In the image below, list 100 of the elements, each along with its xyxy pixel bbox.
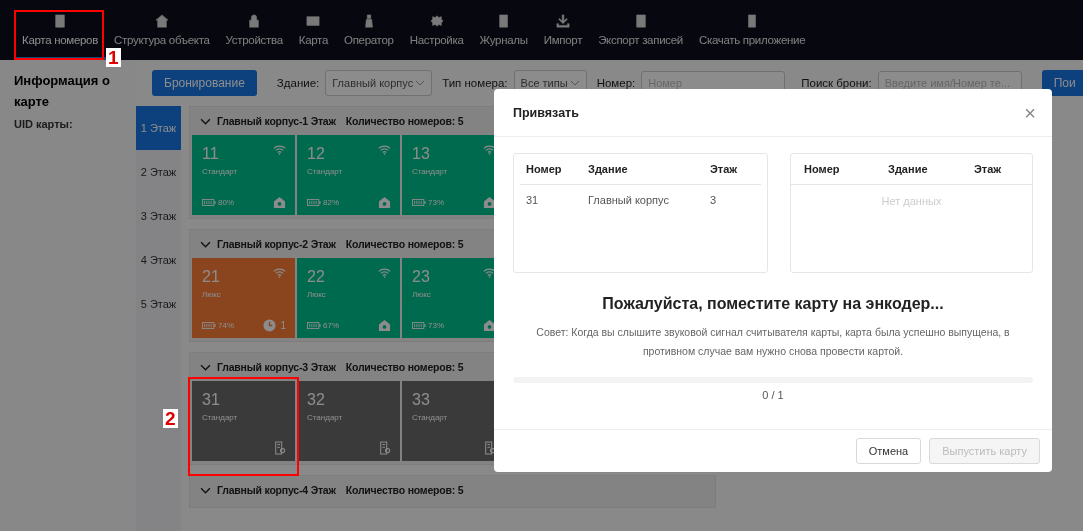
room-card[interactable]: 32 Стандарт [297, 381, 400, 461]
nav-tab[interactable]: Устройства [217, 0, 291, 60]
room-number: 23 [412, 268, 430, 286]
nav-icon [429, 13, 444, 28]
room-type: Люкс [202, 290, 222, 299]
nav-tab[interactable]: Журналы [471, 0, 536, 60]
dialog-title: Привязать [513, 105, 579, 120]
card-info-title: Информация о карте [14, 72, 111, 111]
room-number: 11 [202, 145, 219, 163]
uid-label: UID карты: [14, 118, 74, 130]
nav-tab[interactable]: Скачать приложение [690, 0, 814, 60]
column-header: Этаж [974, 163, 1003, 175]
floor-tab[interactable]: 2 Этаж [136, 150, 181, 194]
floor-title: Главный корпус-1 Этаж [217, 115, 336, 127]
room-card[interactable]: 11 Стандарт 80% [192, 135, 295, 215]
collapse-chevron-icon[interactable] [200, 240, 211, 248]
room-type: Стандарт [202, 167, 239, 176]
floor-title: Главный корпус-4 Этаж [217, 484, 336, 496]
wifi-icon [378, 268, 391, 278]
room-number: 13 [412, 145, 430, 163]
annotation-number: 2 [163, 409, 178, 428]
room-type: Люкс [412, 290, 432, 299]
encoder-prompt: Пожалуйста, поместите карту на энкодер... [601, 295, 945, 313]
chevron-down-icon [415, 80, 426, 86]
door-lock-icon [274, 441, 286, 455]
floor-tab[interactable]: 1 Этаж [136, 106, 181, 150]
floor-title: Главный корпус-3 Этаж [217, 361, 336, 373]
nav-icon [247, 13, 262, 28]
floor-tab[interactable]: 4 Этаж [136, 238, 181, 282]
search-button[interactable]: Пои [1041, 70, 1083, 96]
room-count: Количество номеров: 5 [345, 484, 464, 496]
room-count: Количество номеров: 5 [345, 238, 464, 250]
column-header: Здание [588, 163, 629, 175]
column-header: Номер [804, 163, 841, 175]
battery-icon [202, 199, 216, 206]
wifi-icon [273, 145, 286, 155]
building-select[interactable]: Главный корпус [325, 70, 433, 96]
room-card[interactable]: 31 Стандарт [192, 381, 295, 461]
floor-title: Главный корпус-2 Этаж [217, 238, 336, 250]
collapse-chevron-icon[interactable] [200, 486, 211, 494]
column-header: Номер [526, 163, 563, 175]
booking-button[interactable]: Бронирование [152, 70, 257, 96]
table-cell-text: 31 [526, 194, 540, 206]
room-count: Количество номеров: 5 [345, 361, 464, 373]
floor-tab[interactable]: 5 Этаж [136, 282, 181, 326]
door-lock-icon [379, 441, 391, 455]
nav-tab[interactable]: Импорт [535, 0, 591, 60]
nav-icon [306, 13, 321, 28]
battery-icon [202, 322, 216, 329]
nav-tab[interactable]: Карта [290, 0, 336, 60]
nav-icon [154, 13, 169, 28]
wifi-icon [378, 145, 391, 155]
collapse-chevron-icon[interactable] [200, 117, 211, 125]
room-type: Люкс [307, 290, 327, 299]
battery-level: 80% [218, 198, 234, 207]
battery-icon [412, 322, 426, 329]
house-icon [273, 196, 286, 209]
room-number: 31 [202, 391, 220, 409]
battery-level: 67% [323, 321, 339, 330]
nav-tab[interactable]: Настройка [401, 0, 472, 60]
wifi-icon [273, 268, 286, 278]
collapse-chevron-icon[interactable] [200, 363, 211, 371]
building-label: Здание: [276, 77, 320, 89]
annotation-number: 1 [106, 48, 121, 67]
battery-icon [412, 199, 426, 206]
close-button[interactable]: × [1020, 102, 1040, 123]
column-header: Этаж [710, 163, 739, 175]
booking-count: 1 [280, 320, 286, 331]
room-number: 32 [307, 391, 325, 409]
nav-tab[interactable]: Экспорт записей [590, 0, 691, 60]
nav-tab[interactable]: Оператор [336, 0, 402, 60]
room-type: Стандарт [202, 413, 239, 422]
room-type: Стандарт [307, 413, 344, 422]
battery-level: 74% [218, 321, 234, 330]
battery-icon [307, 199, 321, 206]
battery-icon [307, 322, 321, 329]
progress-count: 0 / 1 [761, 389, 785, 401]
house-icon [378, 196, 391, 209]
battery-level: 82% [323, 198, 339, 207]
room-card[interactable]: 21 Люкс 74% 1 [192, 258, 295, 338]
room-number: 33 [412, 391, 430, 409]
room-type: Стандарт [412, 167, 449, 176]
nav-icon [555, 13, 570, 28]
room-type: Стандарт [412, 413, 449, 422]
room-type-label: Тип номера: [442, 77, 508, 89]
battery-level: 73% [428, 321, 444, 330]
nav-icon [633, 13, 648, 28]
cancel-button[interactable]: Отмена [855, 438, 922, 464]
booking-search-label: Поиск брони: [801, 77, 872, 89]
column-header: Здание [888, 163, 929, 175]
room-number-label: Номер: [596, 77, 636, 89]
house-icon [378, 319, 391, 332]
room-type: Стандарт [307, 167, 344, 176]
table-cell-text: 3 [710, 194, 718, 206]
room-number: 22 [307, 268, 325, 286]
room-number: 21 [202, 268, 220, 286]
floor-tab[interactable]: 3 Этаж [136, 194, 181, 238]
room-count: Количество номеров: 5 [345, 115, 464, 127]
tip-text: Совет: Когда вы слышите звуковой сигнал считывателя карты, карта была успешно выпущена, в противном случае вам нужно снова провести картой. [535, 325, 1011, 359]
table-cell-text: Главный корпус [588, 194, 670, 206]
